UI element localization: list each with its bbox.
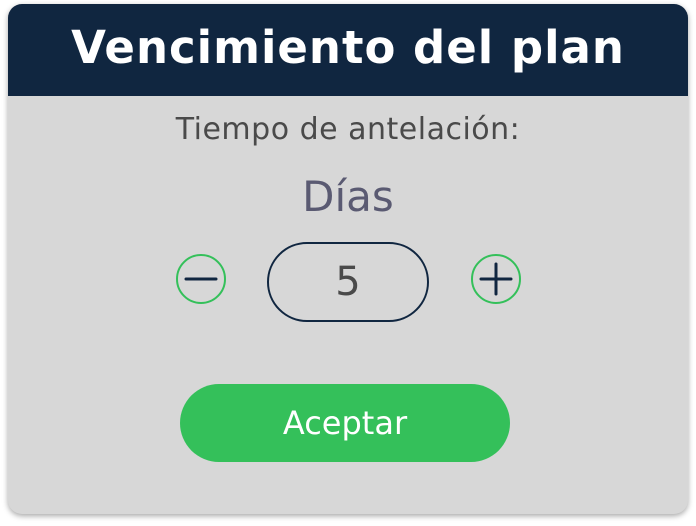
lead-time-label: Tiempo de antelación:: [175, 112, 521, 147]
quantity-stepper-value[interactable]: 5: [267, 242, 429, 322]
decrement-button[interactable]: [176, 254, 226, 304]
dialog-title: Vencimiento del plan: [71, 20, 625, 74]
accept-button-label: Aceptar: [282, 404, 408, 442]
plus-icon: [479, 262, 513, 296]
plan-expiry-dialog: Vencimiento del plan Tiempo de antelació…: [8, 4, 688, 514]
dialog-header: Vencimiento del plan: [8, 4, 688, 96]
increment-button[interactable]: [471, 254, 521, 304]
accept-button[interactable]: Aceptar: [180, 384, 510, 462]
stepper-value: 5: [335, 259, 361, 305]
unit-label: Días: [302, 172, 394, 221]
minus-icon: [184, 277, 218, 281]
